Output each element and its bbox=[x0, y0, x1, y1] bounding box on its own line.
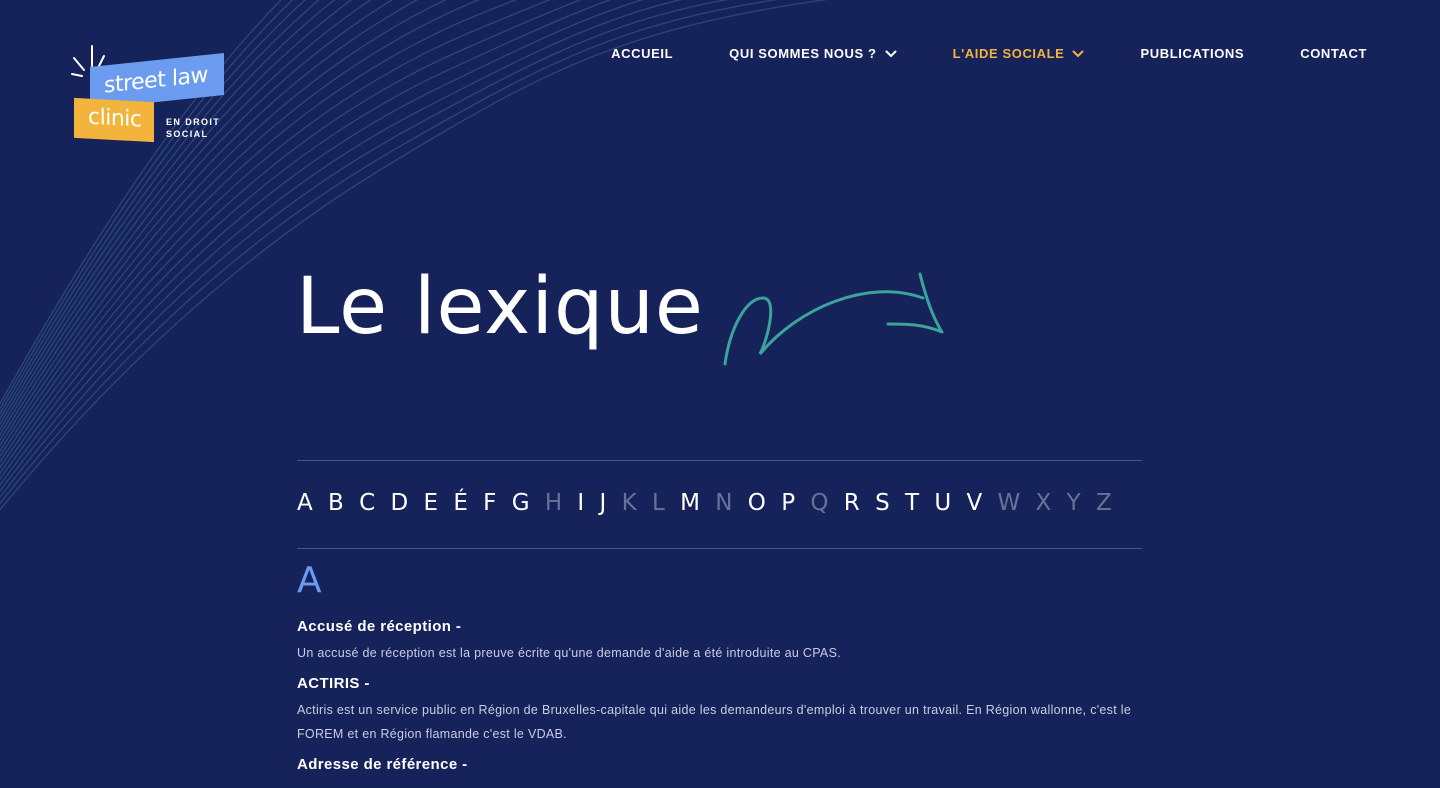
alphabet-letter[interactable]: T bbox=[905, 490, 919, 516]
chevron-down-icon bbox=[885, 50, 897, 57]
lexicon-entry: Adresse de référence - bbox=[297, 756, 1142, 773]
curved-arrow-icon bbox=[723, 272, 944, 366]
logo[interactable]: street law clinic EN DROIT SOCIAL bbox=[70, 44, 230, 144]
nav-item-qui-sommes-nous[interactable]: QUI SOMMES NOUS ? bbox=[729, 46, 897, 61]
alphabet-letter: H bbox=[544, 490, 563, 516]
entry-definition: Un accusé de réception est la preuve écr… bbox=[297, 646, 841, 660]
logo-clinic-block: clinic bbox=[74, 97, 154, 143]
logo-line1: street law bbox=[104, 62, 208, 99]
nav-item-label: QUI SOMMES NOUS ? bbox=[729, 46, 877, 61]
chevron-down-icon bbox=[1072, 50, 1084, 57]
alphabet-letter[interactable]: O bbox=[748, 490, 766, 516]
section-letter: A bbox=[297, 560, 322, 601]
alphabet-letter[interactable]: É bbox=[453, 490, 468, 516]
alphabet-letter: N bbox=[715, 490, 733, 516]
alphabet-letter[interactable]: G bbox=[512, 490, 530, 516]
alphabet-letter: Q bbox=[810, 490, 829, 516]
alphabet-letter[interactable]: B bbox=[328, 490, 344, 516]
alphabet-letter[interactable]: U bbox=[934, 490, 951, 516]
alphabet-letter[interactable]: F bbox=[483, 490, 496, 516]
alphabet-letter[interactable]: P bbox=[781, 490, 795, 516]
entry-term: Adresse de référence - bbox=[297, 756, 468, 773]
entry-term: ACTIRIS - bbox=[297, 675, 370, 692]
nav-item-accueil[interactable]: ACCUEIL bbox=[611, 46, 673, 61]
alphabet-letter[interactable]: A bbox=[297, 490, 313, 516]
alphabet-letter[interactable]: C bbox=[359, 490, 375, 516]
nav-item-label: L'AIDE SOCIALE bbox=[952, 46, 1065, 61]
alphabet-letter[interactable]: M bbox=[680, 490, 700, 516]
lexicon-entries: Accusé de réception - Un accusé de récept… bbox=[297, 618, 1142, 783]
alphabet-letter[interactable]: E bbox=[423, 490, 438, 516]
nav-item-label: PUBLICATIONS bbox=[1140, 46, 1245, 61]
entry-term: Accusé de réception - bbox=[297, 618, 462, 635]
alphabet-letter: Y bbox=[1066, 490, 1081, 516]
nav-item-publications[interactable]: PUBLICATIONS bbox=[1140, 46, 1244, 61]
alphabet-letter: L bbox=[652, 490, 665, 516]
main-nav: ACCUEIL QUI SOMMES NOUS ? L'AIDE SOCIALE PU… bbox=[611, 46, 1367, 61]
divider-top bbox=[297, 460, 1142, 461]
alphabet-letter: K bbox=[621, 490, 637, 516]
lexicon-entry: Accusé de réception - Un accusé de récept… bbox=[297, 618, 1142, 665]
alphabet-letter[interactable]: J bbox=[600, 490, 607, 516]
alphabet-letter: Z bbox=[1095, 490, 1112, 516]
nav-item-label: CONTACT bbox=[1300, 46, 1367, 61]
alphabet-index: ABCDEÉFGHIJKLMNOPQRSTUVWXYZ bbox=[297, 490, 1142, 516]
alphabet-letter[interactable]: S bbox=[875, 490, 890, 516]
nav-item-l-aide-sociale[interactable]: L'AIDE SOCIALE bbox=[953, 46, 1085, 61]
alphabet-letter[interactable]: V bbox=[966, 490, 982, 516]
nav-item-contact[interactable]: CONTACT bbox=[1300, 46, 1367, 61]
page-title: Le lexique bbox=[296, 262, 704, 352]
logo-line2: clinic bbox=[88, 104, 142, 133]
alphabet-letter: X bbox=[1035, 490, 1052, 516]
alphabet-letter[interactable]: D bbox=[390, 490, 408, 516]
divider-bottom bbox=[297, 548, 1142, 549]
nav-item-label: ACCUEIL bbox=[611, 46, 674, 61]
alphabet-letter[interactable]: R bbox=[844, 490, 860, 516]
alphabet-letter: W bbox=[997, 490, 1021, 516]
entry-definition: Actiris est un service public en Région … bbox=[297, 703, 1132, 741]
lexicon-entry: ACTIRIS - Actiris est un service public e… bbox=[297, 675, 1142, 746]
logo-subtitle: EN DROIT SOCIAL bbox=[166, 117, 221, 139]
alphabet-letter[interactable]: I bbox=[577, 490, 584, 516]
